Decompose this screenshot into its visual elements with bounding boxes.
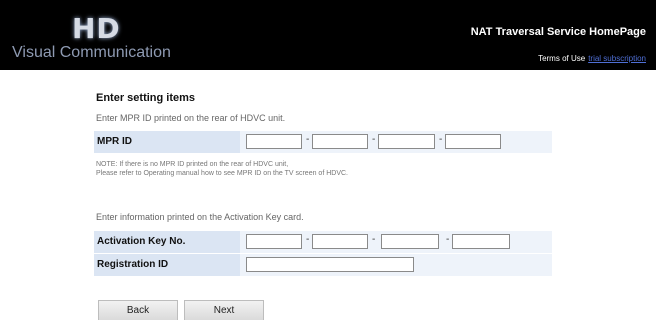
mpr-id-fields: - - - <box>240 131 552 153</box>
mpr-note: NOTE: If there is no MPR ID printed on t… <box>96 160 348 178</box>
activation-key-fields: - - - <box>240 231 552 253</box>
logo-mark: HD <box>72 12 121 45</box>
registration-id-field[interactable] <box>246 257 414 272</box>
mpr-id-row: MPR ID - - - <box>94 130 552 153</box>
mpr-id-separator-1: - <box>306 134 310 145</box>
mpr-id-label: MPR ID <box>94 131 240 153</box>
mpr-id-separator-3: - <box>439 134 443 145</box>
activation-key-separator-1: - <box>306 234 310 245</box>
activation-key-separator-2: - <box>372 234 376 245</box>
activation-key-field-4[interactable] <box>452 234 510 249</box>
activation-key-label: Activation Key No. <box>94 231 240 253</box>
registration-id-label: Registration ID <box>94 254 240 276</box>
mpr-id-field-2[interactable] <box>312 134 368 149</box>
logo-text: Visual Communication <box>12 44 171 61</box>
header-banner: HD Visual Communication NAT Traversal Se… <box>0 0 656 70</box>
registration-id-row: Registration ID <box>94 253 552 276</box>
registration-id-fields <box>240 254 552 276</box>
header-links: Terms of Use trial subscription <box>538 54 646 63</box>
activation-key-field-3[interactable] <box>381 234 439 249</box>
mpr-instruction: Enter MPR ID printed on the rear of HDVC… <box>96 113 286 123</box>
activation-key-separator-3: - <box>446 234 450 245</box>
trial-subscription-link[interactable]: trial subscription <box>588 54 646 63</box>
hd-logo: HD Visual Communication <box>12 10 172 66</box>
mpr-id-field-4[interactable] <box>445 134 501 149</box>
site-title: NAT Traversal Service HomePage <box>470 26 646 38</box>
activation-key-field-2[interactable] <box>312 234 368 249</box>
mpr-id-field-3[interactable] <box>378 134 435 149</box>
next-button[interactable]: Next <box>184 300 264 320</box>
section-title: Enter setting items <box>96 92 196 104</box>
terms-of-use-link[interactable]: Terms of Use <box>538 54 585 63</box>
activation-key-field-1[interactable] <box>246 234 302 249</box>
mpr-id-field-1[interactable] <box>246 134 302 149</box>
activation-instruction: Enter information printed on the Activat… <box>96 212 304 222</box>
mpr-id-separator-2: - <box>372 134 376 145</box>
activation-key-row: Activation Key No. - - - <box>94 230 552 253</box>
mpr-note-line-1: NOTE: If there is no MPR ID printed on t… <box>96 161 289 168</box>
mpr-note-line-2: Please refer to Operating manual how to … <box>96 170 348 177</box>
back-button[interactable]: Back <box>98 300 178 320</box>
